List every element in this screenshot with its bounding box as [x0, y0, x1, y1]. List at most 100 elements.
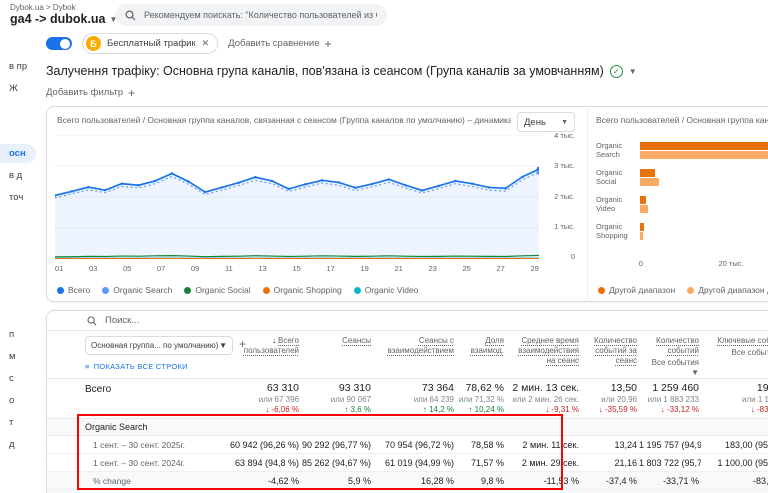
add-comparison-label: Добавить сравнение: [228, 38, 319, 49]
report-nav: в пр Жосн в д точ пмсотд: [0, 56, 36, 493]
channel-group-row[interactable]: Organic Search: [47, 419, 768, 436]
column-header[interactable]: Ключевые событияВсе события ▼: [701, 331, 768, 378]
legend-item[interactable]: Organic Shopping: [263, 285, 342, 295]
legend-item[interactable]: Organic Search: [102, 285, 172, 295]
toggle-knob: [60, 39, 70, 49]
charts-card: Всего пользователей / Основная группа ка…: [46, 106, 768, 302]
line-chart-x-axis: 010305070911131517192123252729: [55, 264, 539, 273]
bar[interactable]: [640, 223, 644, 231]
bar[interactable]: [640, 232, 643, 240]
legend-item[interactable]: Organic Social: [184, 285, 250, 295]
totals-cell: 63 310или 67 396↓ -6,06 %: [217, 379, 301, 418]
report-table: Поиск... Основная группа... по умолчанию…: [46, 310, 768, 493]
sidebar-item[interactable]: о: [0, 391, 36, 410]
dimension-header-cell: Основная группа... по умолчанию) ▼ + ≡ П…: [47, 331, 217, 378]
ga4-app: Dybok.ua > Dybok ga4 -> dubok.ua ▼ Реком…: [0, 0, 768, 493]
line-chart-plot[interactable]: [55, 135, 539, 259]
table-body: Organic Search1 сент. – 30 сент. 2025г.6…: [47, 419, 768, 493]
sidebar-item[interactable]: м: [0, 347, 36, 366]
bar-category-label: Organic Shopping: [596, 223, 640, 240]
chip-avatar: Б: [86, 36, 101, 51]
report-title-row: Залучення трафіку: Основна група каналів…: [46, 64, 758, 78]
legend-dot-icon: [57, 287, 64, 294]
line-chart-title: Всего пользователей / Основная группа ка…: [57, 115, 511, 125]
sidebar-item[interactable]: в д: [0, 166, 36, 185]
dimension-select[interactable]: Основная группа... по умолчанию) ▼: [85, 336, 233, 355]
sidebar-item[interactable]: с: [0, 369, 36, 388]
sort-descending-icon[interactable]: ↓: [272, 336, 276, 345]
plus-icon: +: [128, 88, 135, 98]
bar-category-label: Organic Social: [596, 169, 640, 186]
bar[interactable]: [640, 205, 648, 213]
legend-dot-icon: [354, 287, 361, 294]
column-header[interactable]: Среднее время взаимодействия на сеанс: [506, 331, 581, 378]
column-header[interactable]: Сеансы: [301, 331, 373, 378]
table-search-placeholder: Поиск...: [105, 315, 139, 326]
bar-chart-title: Всего пользователей / Основная группа ка…: [596, 115, 768, 125]
totals-cell: 1 259 460или 1 883 233↓ -33,12 %: [639, 379, 701, 418]
search-icon: [125, 10, 136, 21]
legend-item[interactable]: Другой диапазон для сравнения: [687, 285, 768, 295]
data-quality-icon[interactable]: ✓: [610, 65, 623, 78]
table-row: 1 сент. – 30 сент. 2025г.60 942 (96,26 %…: [47, 436, 768, 454]
search-suggestion: Рекомендуем поискать: "Количество пользо…: [144, 10, 377, 20]
bar-chart-x-axis: 020 тыс.: [640, 259, 768, 269]
add-comparison-button[interactable]: Добавить сравнение +: [228, 38, 331, 49]
page-title: Залучення трафіку: Основна група каналів…: [46, 64, 604, 78]
property-name: ga4 -> dubok.ua: [10, 12, 106, 26]
bar-row: Organic Social: [596, 164, 768, 191]
sidebar-item[interactable]: в пр: [0, 57, 36, 76]
comparison-chip[interactable]: Б Бесплатный трафик ✕: [82, 33, 218, 54]
bar[interactable]: [640, 169, 655, 177]
bar[interactable]: [640, 151, 768, 159]
bar-chart-plot[interactable]: Organic SearchOrganic SocialOrganic Vide…: [596, 137, 768, 245]
column-header[interactable]: Количество событийВсе события ▼: [639, 331, 701, 378]
legend-dot-icon: [102, 287, 109, 294]
column-header[interactable]: Сеансы с взаимодействием: [373, 331, 456, 378]
bar[interactable]: [640, 142, 768, 150]
line-chart-y-axis: 4 тыс.3 тыс.2 тыс.1 тыс.0: [554, 131, 575, 261]
totals-cell: 2 мин. 13 сек.или 2 мин. 26 сек.↓ -9,31 …: [506, 379, 581, 418]
close-icon[interactable]: ✕: [202, 38, 210, 49]
column-header[interactable]: Доля взаимод.: [456, 331, 506, 378]
sidebar-item[interactable]: д: [0, 435, 36, 454]
legend-dot-icon: [263, 287, 270, 294]
sidebar-item[interactable]: осн: [0, 144, 36, 163]
totals-cell: 13,50или 20,96↓ -35,59 %: [581, 379, 639, 418]
interval-select[interactable]: День ▼: [517, 112, 575, 132]
table-row: % change-4,62 %5,9 %16,28 %9,8 %-11,53 %…: [47, 472, 768, 490]
sidebar-item[interactable]: точ: [0, 188, 36, 207]
bar-row: Organic Shopping: [596, 218, 768, 245]
legend-item[interactable]: Organic Video: [354, 285, 419, 295]
show-all-rows-link[interactable]: ≡ ПОКАЗАТЬ ВСЕ СТРОКИ: [85, 362, 188, 372]
search-icon: [87, 316, 97, 326]
table-search-input[interactable]: Поиск...: [47, 311, 768, 331]
bar-chart-legend: Другой диапазон Другой диапазон для сравн…: [598, 285, 768, 295]
global-search[interactable]: Рекомендуем поискать: "Количество пользо…: [115, 4, 387, 26]
totals-label: Всего: [47, 379, 217, 418]
add-dimension-button[interactable]: +: [239, 339, 246, 349]
table-header-row: Основная группа... по умолчанию) ▼ + ≡ П…: [47, 331, 768, 379]
plus-icon: +: [325, 39, 332, 49]
chevron-down-icon: ▼: [219, 341, 227, 351]
comparison-toggle[interactable]: [46, 37, 72, 50]
rows-icon: ≡: [85, 362, 90, 372]
totals-cell: 192,00или 1 157,00↓ -83,40 %: [701, 379, 768, 418]
bar[interactable]: [640, 178, 659, 186]
bar[interactable]: [640, 196, 646, 204]
comparison-bar: Б Бесплатный трафик ✕ Добавить сравнение…: [36, 31, 768, 56]
sidebar-item[interactable]: Ж: [0, 79, 36, 98]
legend-item[interactable]: Другой диапазон: [598, 285, 675, 295]
property-selector[interactable]: ga4 -> dubok.ua ▼: [10, 12, 117, 26]
sidebar-item[interactable]: п: [0, 325, 36, 344]
top-bar: Dybok.ua > Dybok ga4 -> dubok.ua ▼ Реком…: [0, 0, 768, 30]
column-header[interactable]: Количество событий за сеанс: [581, 331, 639, 378]
sidebar-item[interactable]: т: [0, 413, 36, 432]
add-filter-button[interactable]: Добавить фильтр +: [46, 87, 135, 98]
totals-cell: 73 364или 64 239↑ 14,2 %: [373, 379, 456, 418]
line-chart-legend: Всего Organic Search Organic Social Organic…: [57, 285, 587, 295]
bar-category-label: Organic Video: [596, 196, 640, 213]
chevron-down-icon[interactable]: ▼: [629, 67, 637, 76]
dimension-select-label: Основная группа... по умолчанию): [91, 341, 218, 351]
legend-item[interactable]: Всего: [57, 285, 90, 295]
